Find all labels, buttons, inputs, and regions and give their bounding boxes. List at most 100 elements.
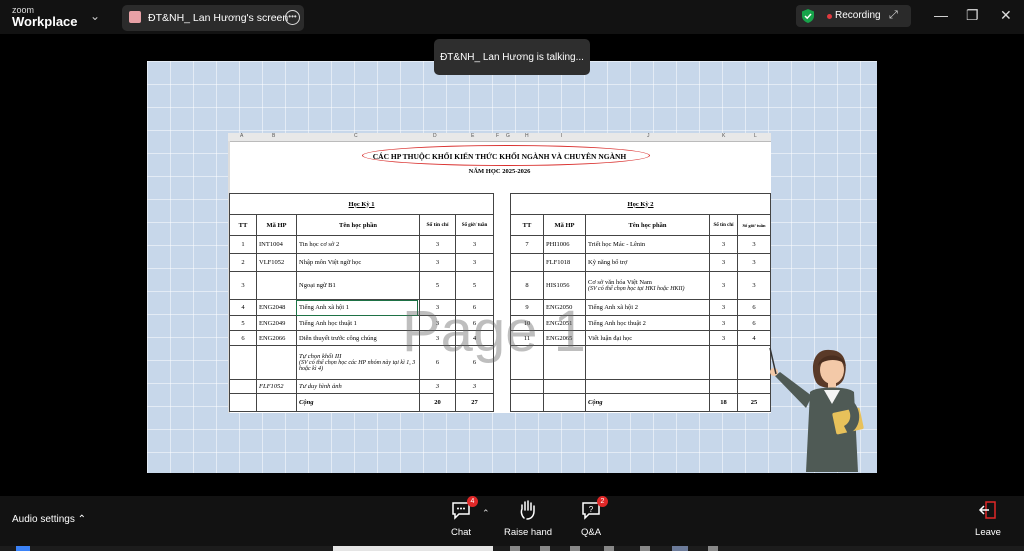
taskbar-app-icon[interactable] [604,546,614,551]
row-code: VLF1052 [256,253,297,272]
row-name: Kỹ năng bổ trợ [585,253,710,272]
header-name: Tên học phần [296,214,420,236]
minimize-icon[interactable]: — [934,7,948,23]
tab-title: ĐT&NH_ Lan Hương's screen [148,12,289,24]
page-watermark: Page 1 [402,299,586,364]
chat-button[interactable]: 4 Chat [431,496,491,538]
row-credits: 3 [709,235,738,254]
audio-settings-button[interactable]: Audio settings ⌃ [12,514,86,525]
table-row: 2 VLF1052 Nhập môn Việt ngữ học 3 3 [229,253,495,272]
security-shield-icon [802,9,814,23]
row-credits: 3 [419,379,456,394]
taskbar-search[interactable] [333,546,493,551]
close-icon[interactable]: ✕ [1000,7,1012,24]
recording-dot-icon [827,14,832,19]
col-letter: K [722,133,726,139]
header-code: Mã HP [543,214,586,236]
row-credits: 5 [419,271,456,300]
row-code: INT1004 [256,235,297,254]
header-tt: TT [510,214,544,236]
row-code: HIS1056 [543,271,586,300]
total-hours: 27 [454,393,495,412]
row-credits: 3 [419,253,456,272]
row-tt [229,345,257,380]
more-options-icon[interactable]: ••• [285,10,300,25]
column-header-bar: A B C D E F G H I J K L [228,133,771,142]
taskbar-app-icon[interactable] [708,546,718,551]
row-tt [229,393,257,412]
row-name: Ngoại ngữ B1 [296,271,420,300]
row-code [543,393,586,412]
col-letter: A [240,133,244,139]
leave-label: Leave [975,527,1001,538]
row-hours: 3 [454,253,495,272]
row-code [256,345,297,380]
row-credits: 3 [709,271,738,300]
table-row: FLF1052 Tư duy hình ảnh 3 3 [229,379,495,394]
chat-badge: 4 [467,496,478,507]
taskbar-app-icon[interactable] [570,546,580,551]
logo-big-text: Workplace [12,14,78,29]
row-tt: 1 [229,235,257,254]
row-code: ENG2066 [256,330,297,346]
screen-share-tab[interactable]: ĐT&NH_ Lan Hương's screen ••• [122,5,304,31]
row-name: Viết luận đại học [585,330,710,346]
app-menu-chevron-icon[interactable]: ⌄ [90,9,100,23]
total-row: Cộng 18 25 [510,393,771,412]
taskbar-app-icon[interactable] [540,546,550,551]
row-credits: 3 [709,299,738,316]
row-tt: 8 [510,271,544,300]
table-row: 7 PHI1006 Triết học Mác - Lênin 3 3 [510,235,771,254]
col-letter: C [354,133,358,139]
header-tt: TT [229,214,257,236]
fullscreen-icon[interactable]: ⤢ [889,9,898,22]
row-tt [510,393,544,412]
leave-icon [978,500,998,520]
row-hours: 3 [736,235,771,254]
col-letter: L [754,133,757,139]
row-code: ENG2049 [256,315,297,331]
selected-cell [296,300,418,316]
row-credits: 3 [419,235,456,254]
table-row: 3 Ngoại ngữ B1 5 5 [229,271,495,300]
row-name: Nhập môn Việt ngữ học [296,253,420,272]
row-hours: 3 [454,379,495,394]
row-hours: 3 [454,235,495,254]
qa-button[interactable]: ? 2 Q&A [561,496,621,538]
total-label: Cộng [585,393,710,412]
windows-start-icon[interactable] [16,546,30,551]
row-hours: 5 [454,271,495,300]
row-hours: 3 [736,253,771,272]
title-bar: zoom Workplace ⌄ ĐT&NH_ Lan Hương's scre… [0,0,1024,34]
row-tt: 3 [229,271,257,300]
qa-badge: 2 [597,496,608,507]
taskbar-app-icon[interactable] [640,546,650,551]
raise-hand-button[interactable]: Raise hand [498,500,558,538]
leave-button[interactable]: Leave [958,500,1018,538]
os-taskbar [0,546,1024,551]
chat-icon: 4 [450,496,478,520]
spreadsheet-page: A B C D E F G H I J K L CÁC HP THUỘC KHỐ… [228,133,771,413]
table-row: 8 HIS1056 Cơ sở văn hóa Việt Nam (SV có … [510,271,771,300]
row-note: (SV có thể chọn học tại HKI hoặc HKII) [588,286,685,292]
col-letter: G [506,133,510,139]
row-code [256,271,297,300]
row-code [256,393,297,412]
header-name: Tên học phần [585,214,710,236]
raise-hand-icon [517,500,539,520]
meeting-toolbar: Audio settings ⌃ 4 Chat Raise hand ? 2 Q… [0,496,1024,551]
col-letter: F [496,133,500,139]
table-row: FLF1018 Kỹ năng bổ trợ 3 3 [510,253,771,272]
restore-icon[interactable]: ❐ [966,7,979,24]
recording-label: Recording [835,10,881,21]
header-hours: Số giờ/ tuần [736,214,771,236]
chat-options-chevron-icon[interactable]: ⌃ [482,508,490,519]
recording-indicator[interactable]: Recording ⤢ [796,5,911,27]
col-letter: D [433,133,437,139]
taskbar-app-icon[interactable] [510,546,520,551]
col-letter: B [272,133,276,139]
row-name: Tin học cơ sở 2 [296,235,420,254]
taskbar-zoom-icon[interactable] [672,546,688,551]
row-code: ENG2048 [256,299,297,316]
row-credits: 3 [709,330,738,346]
